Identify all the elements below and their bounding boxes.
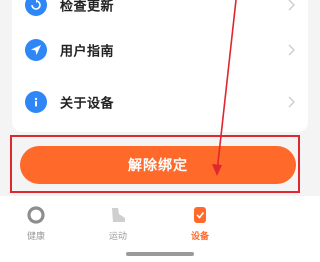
health-ring-icon: [27, 206, 45, 224]
tab-device[interactable]: 设备: [170, 204, 230, 244]
tab-label: 健康: [26, 232, 45, 242]
tab-label: 运动: [108, 232, 127, 242]
tab-health[interactable]: 健康: [6, 204, 66, 244]
home-indicator: [126, 252, 194, 256]
shoe-icon: [112, 208, 125, 222]
tab-label: 设备: [190, 232, 209, 242]
tab-sport[interactable]: 运动: [88, 204, 148, 244]
watch-icon: [194, 207, 206, 223]
